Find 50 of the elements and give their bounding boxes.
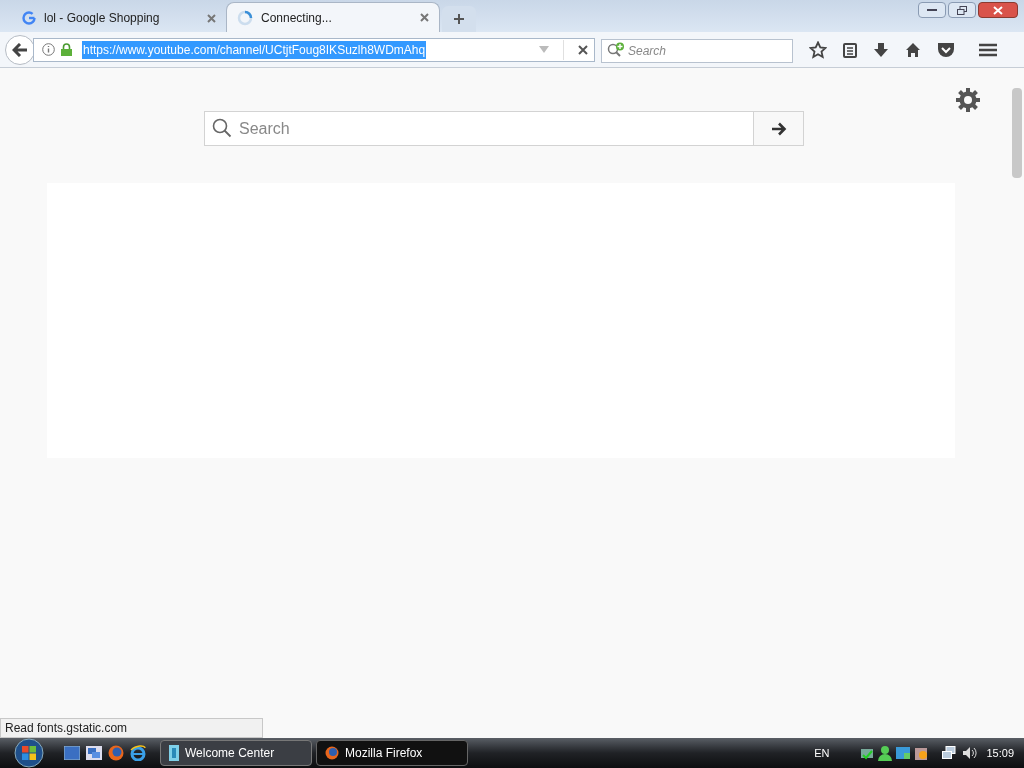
- switch-windows-icon[interactable]: [86, 746, 102, 760]
- back-arrow-icon: [12, 42, 28, 57]
- lock-icon: [61, 43, 72, 56]
- firefox-icon[interactable]: [108, 745, 124, 761]
- star-icon[interactable]: [809, 40, 827, 59]
- info-icon: [42, 43, 55, 56]
- windows-logo-icon: [11, 738, 47, 768]
- right-arrow-icon: [770, 121, 787, 136]
- clipboard-icon[interactable]: [843, 41, 857, 58]
- close-button[interactable]: [978, 2, 1018, 18]
- url-text: https://www.youtube.com/channel/UCtjtFoug8IKSuzlh8WDmAhq: [82, 40, 427, 59]
- window-icon: [169, 745, 179, 761]
- browser-tab[interactable]: Connecting...: [226, 2, 440, 32]
- stop-icon[interactable]: [578, 44, 588, 55]
- plus-icon: [453, 13, 465, 25]
- pocket-icon[interactable]: [937, 41, 955, 58]
- restore-button[interactable]: [948, 2, 976, 18]
- scrollbar-thumb[interactable]: [1012, 88, 1022, 178]
- volume-icon[interactable]: [962, 746, 979, 760]
- new-tab-button[interactable]: [442, 6, 476, 32]
- restore-icon: [957, 5, 967, 15]
- minimize-icon: [927, 8, 937, 12]
- search-submit-button[interactable]: [754, 111, 804, 146]
- back-button[interactable]: [5, 34, 35, 65]
- browser-tab[interactable]: lol - Google Shopping: [12, 4, 226, 32]
- taskbar-window-button[interactable]: Welcome Center: [160, 740, 312, 766]
- home-icon[interactable]: [905, 41, 921, 58]
- internet-explorer-icon[interactable]: [130, 745, 146, 761]
- page-search-field[interactable]: Search: [204, 111, 754, 146]
- search-field[interactable]: Search: [601, 38, 793, 63]
- search-icon: [607, 41, 625, 58]
- close-tab-icon[interactable]: [420, 13, 429, 22]
- search-icon: [212, 118, 232, 138]
- close-icon: [993, 5, 1003, 15]
- menu-icon[interactable]: [979, 42, 997, 57]
- language-indicator[interactable]: EN: [814, 744, 830, 762]
- taskbar-window-button[interactable]: Mozilla Firefox: [316, 740, 468, 766]
- tray-icon[interactable]: [895, 745, 912, 761]
- network-icon[interactable]: [942, 746, 957, 760]
- loading-spinner-icon: [237, 9, 253, 26]
- settings-icon[interactable]: [955, 87, 981, 113]
- download-icon[interactable]: [873, 41, 889, 58]
- google-g-icon: [22, 11, 36, 25]
- firefox-icon: [325, 746, 339, 760]
- clock[interactable]: 15:09: [986, 744, 1014, 762]
- minimize-button[interactable]: [918, 2, 946, 18]
- tray-icon[interactable]: [914, 745, 929, 761]
- close-tab-icon[interactable]: [207, 13, 216, 23]
- user-icon[interactable]: [878, 745, 893, 761]
- status-text: Read fonts.gstatic.com: [0, 718, 263, 738]
